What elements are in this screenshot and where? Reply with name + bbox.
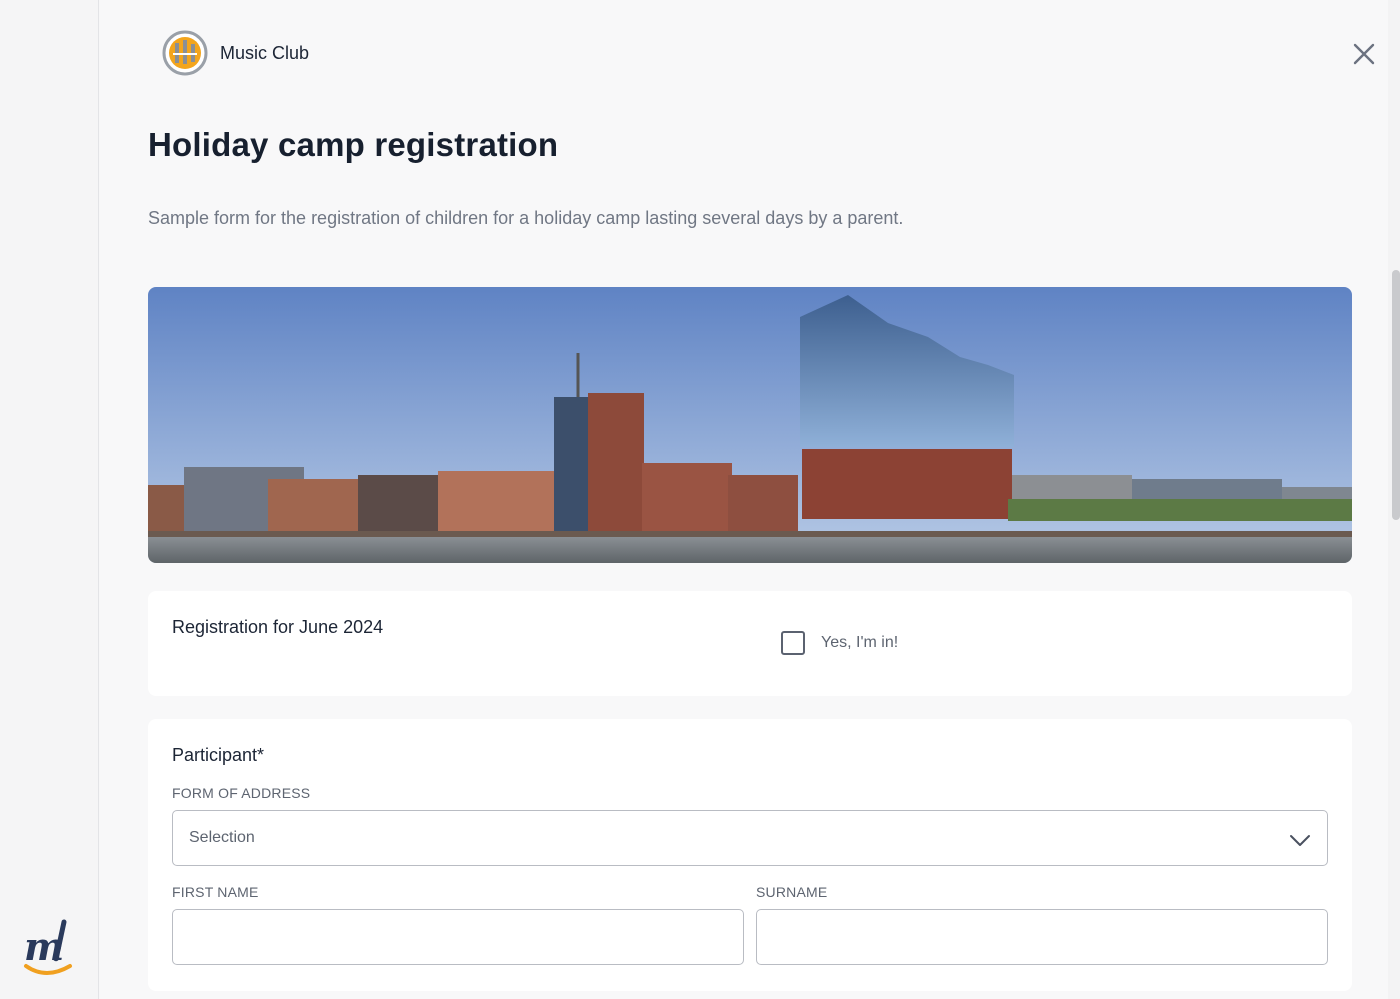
first-name-input[interactable]	[172, 909, 744, 965]
registration-checkbox-row[interactable]: Yes, I'm in!	[781, 631, 898, 655]
form-of-address-value: Selection	[189, 829, 255, 846]
music-club-logo-icon	[162, 30, 208, 76]
first-name-label: FIRST NAME	[172, 884, 259, 900]
page-description: Sample form for the registration of chil…	[148, 208, 904, 228]
form-of-address-label: FORM OF ADDRESS	[172, 785, 311, 801]
participant-card: Participant* FORM OF ADDRESS Selection F…	[148, 719, 1352, 991]
app: m Music Club Holiday camp registration S…	[0, 0, 1400, 999]
harbour-skyline-image	[148, 287, 1352, 563]
surname-label: SURNAME	[756, 884, 828, 900]
scrollbar-thumb[interactable]	[1392, 270, 1400, 520]
registration-checkbox[interactable]	[781, 631, 805, 655]
registration-checkbox-label[interactable]: Yes, I'm in!	[821, 634, 898, 652]
surname-input[interactable]	[756, 909, 1328, 965]
chevron-down-icon	[1290, 835, 1310, 846]
page-title: Holiday camp registration	[148, 126, 559, 163]
registration-card: Registration for June 2024 Yes, I'm in!	[148, 591, 1352, 696]
main-panel: Music Club Holiday camp registration Sam…	[100, 0, 1388, 999]
registration-label: Registration for June 2024	[172, 617, 384, 637]
club-brand: Music Club	[162, 30, 309, 76]
left-rail: m	[0, 0, 99, 999]
form-of-address-select[interactable]: Selection	[172, 810, 1328, 866]
close-button[interactable]	[1350, 40, 1378, 68]
app-logo-icon[interactable]: m	[18, 912, 82, 984]
club-name: Music Club	[220, 42, 310, 63]
close-icon	[1353, 43, 1375, 65]
participant-label: Participant*	[172, 745, 265, 765]
